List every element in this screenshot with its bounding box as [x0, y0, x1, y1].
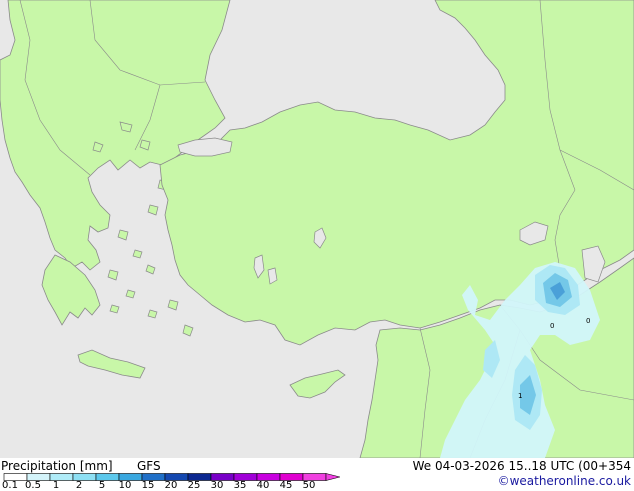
- valid-datetime: We 04-03-2026 15..18 UTC (00+354: [412, 459, 631, 473]
- precipitation-map: 1 0 0: [0, 0, 634, 458]
- point-label: 0: [586, 317, 590, 325]
- point-label: 1: [518, 392, 522, 400]
- product-title: Precipitation [mm]: [1, 459, 113, 473]
- model-name: GFS: [137, 459, 161, 473]
- map-footer: Precipitation [mm] GFS We 04-03-2026 15.…: [0, 458, 634, 490]
- point-label: 0: [550, 322, 554, 330]
- credit-link[interactable]: ©weatheronline.co.uk: [498, 474, 631, 488]
- colorbar-arrow: [325, 473, 340, 481]
